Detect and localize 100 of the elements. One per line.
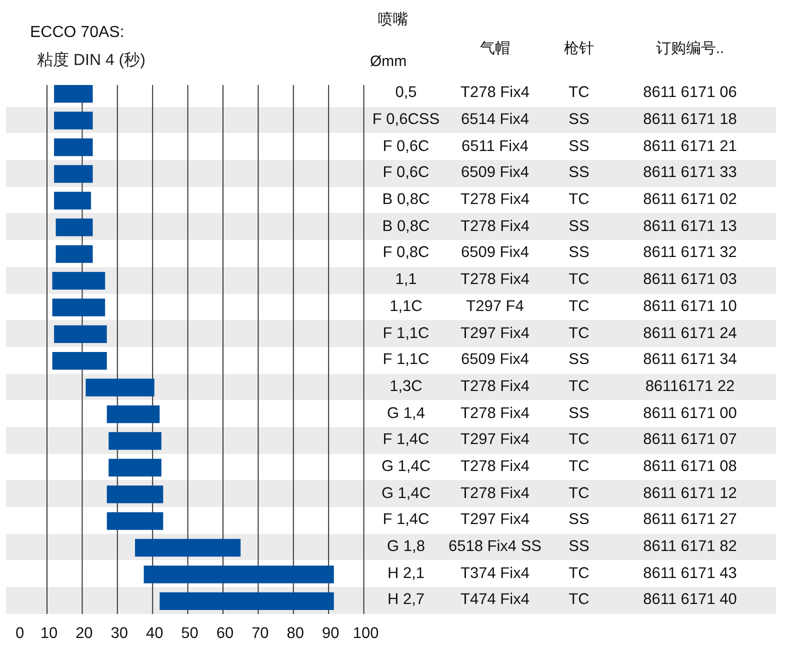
table-cell-text: SS — [568, 511, 590, 530]
table-cell-text: 8611 6171 07 — [642, 431, 738, 450]
table-cell-text: F 0,6C — [382, 138, 430, 156]
column-group-heading: 喷嘴 — [378, 10, 409, 29]
range-bar — [52, 272, 106, 290]
table-cell-text: F 1,1C — [382, 324, 430, 343]
range-bar — [108, 458, 162, 476]
tick-label: 80 — [286, 625, 304, 642]
table-cell-text: 8611 6171 82 — [642, 538, 738, 556]
table-cell-text: 6509 Fix4 — [460, 244, 530, 262]
range-bar — [54, 325, 107, 343]
table-cell-text: T278 Fix4 — [460, 458, 530, 476]
table-cell-text: TC — [568, 591, 590, 610]
range-bar — [56, 218, 93, 236]
range-bar — [106, 405, 160, 424]
range-bar — [86, 378, 154, 396]
table-cell-text: G 1,4 — [386, 404, 426, 423]
table-cell-text: T278 Fix4 — [460, 404, 530, 423]
range-bar — [54, 192, 91, 210]
table-cell-text: 1,1C — [388, 298, 424, 316]
table-cell-text: SS — [568, 351, 590, 370]
table-cell-text: T278 Fix4 — [460, 378, 530, 396]
range-bar — [52, 298, 106, 316]
table-cell-text: 8611 6171 40 — [642, 591, 738, 610]
table-cell-text: SS — [568, 404, 590, 423]
tick-label: 40 — [146, 625, 164, 642]
table-cell-text: F 1,4C — [382, 431, 430, 450]
table-cell-text: T278 Fix4 — [460, 191, 530, 210]
axis-label: 粘度 DIN 4 (秒) — [37, 50, 146, 71]
table-cell-text: 86116171 22 — [644, 378, 736, 396]
table-cell-text: T297 F4 — [465, 298, 525, 316]
table-cell-text: B 0,8C — [381, 218, 431, 236]
table-cell-text: 0,5 — [394, 84, 418, 102]
range-bar — [52, 352, 107, 370]
table-cell-text: 8611 6171 21 — [642, 138, 738, 156]
range-bar — [106, 486, 164, 504]
table-cell-text: 1,1 — [394, 271, 418, 290]
table-cell-text: F 0,8C — [382, 244, 430, 262]
table-cell-text: T297 Fix4 — [460, 324, 530, 343]
table-cell-text: 8611 6171 43 — [642, 564, 738, 583]
table-cell-text: TC — [568, 271, 590, 290]
table-cell-text: B 0,8C — [381, 191, 431, 210]
table-cell-text: SS — [568, 538, 590, 556]
column-heading: 气帽 — [480, 39, 510, 58]
table-cell-text: 8611 6171 34 — [642, 351, 738, 370]
table-cell-text: F 1,1C — [382, 351, 430, 370]
tick-label: 0 — [16, 625, 24, 642]
table-cell-text: G 1,4C — [380, 484, 432, 503]
column-heading: 枪针 — [564, 39, 594, 58]
table-cell-text: H 2,1 — [386, 564, 426, 583]
table-cell-text: H 2,7 — [386, 591, 426, 610]
table-cell-text: 8611 6171 10 — [642, 298, 738, 316]
table-cell-text: 8611 6171 27 — [642, 511, 738, 530]
tick-label: 50 — [181, 625, 198, 642]
table-cell-text: F 1,4C — [382, 511, 430, 530]
tick-label: 100 — [352, 625, 379, 642]
table-cell-text: G 1,8 — [386, 538, 426, 556]
table-cell-text: SS — [568, 138, 590, 156]
table-cell-text: TC — [568, 191, 590, 210]
tick-label: 20 — [76, 625, 93, 642]
table-cell-text: T474 Fix4 — [460, 591, 530, 610]
table-cell-text: T278 Fix4 — [460, 218, 530, 236]
table-cell-text: TC — [568, 378, 590, 396]
column-heading: 订购编号.. — [656, 39, 724, 58]
table-cell-text: 8611 6171 18 — [642, 111, 738, 130]
table-cell-text: TC — [568, 431, 590, 450]
range-bar — [54, 85, 93, 103]
table-cell-text: T278 Fix4 — [460, 84, 530, 102]
range-bar — [56, 245, 93, 263]
table-cell-text: TC — [568, 324, 590, 343]
table-cell-text: 8611 6171 03 — [642, 271, 738, 290]
table-cell-text: 8611 6171 00 — [642, 404, 738, 423]
tick-label: 30 — [110, 625, 128, 642]
table-cell-text: T297 Fix4 — [460, 511, 530, 530]
table-cell-text: TC — [568, 298, 590, 316]
range-bar — [54, 165, 93, 183]
table-cell-text: SS — [568, 218, 590, 236]
table-cell-text: SS — [568, 164, 590, 182]
table-cell-text: T297 Fix4 — [460, 431, 530, 450]
chart-title: ECCO 70AS: — [30, 24, 126, 42]
table-cell-text: SS — [568, 111, 590, 130]
table-cell-text: TC — [568, 84, 590, 102]
table-cell-text: 6518 Fix4 SS — [447, 538, 543, 556]
table-cell-text: 8611 6171 08 — [642, 458, 738, 476]
table-cell-text: 8611 6171 33 — [642, 164, 738, 182]
table-cell-text: TC — [568, 484, 590, 503]
range-bar — [106, 512, 164, 530]
table-cell-text: TC — [568, 564, 590, 583]
table-cell-text: 8611 6171 24 — [642, 324, 738, 343]
table-cell-text: 1,3C — [388, 378, 424, 396]
range-bar — [54, 138, 93, 156]
table-cell-text: G 1,4C — [380, 458, 432, 476]
table-cell-text: 8611 6171 12 — [642, 484, 738, 503]
column-heading: Ømm — [370, 53, 407, 70]
tick-label: 60 — [216, 625, 234, 642]
table-cell-text: 6509 Fix4 — [460, 351, 530, 370]
table-cell-text: 6509 Fix4 — [460, 164, 530, 182]
table-cell-text: 8611 6171 13 — [642, 218, 738, 236]
table-cell-text: TC — [568, 458, 590, 476]
range-bar — [108, 432, 162, 450]
